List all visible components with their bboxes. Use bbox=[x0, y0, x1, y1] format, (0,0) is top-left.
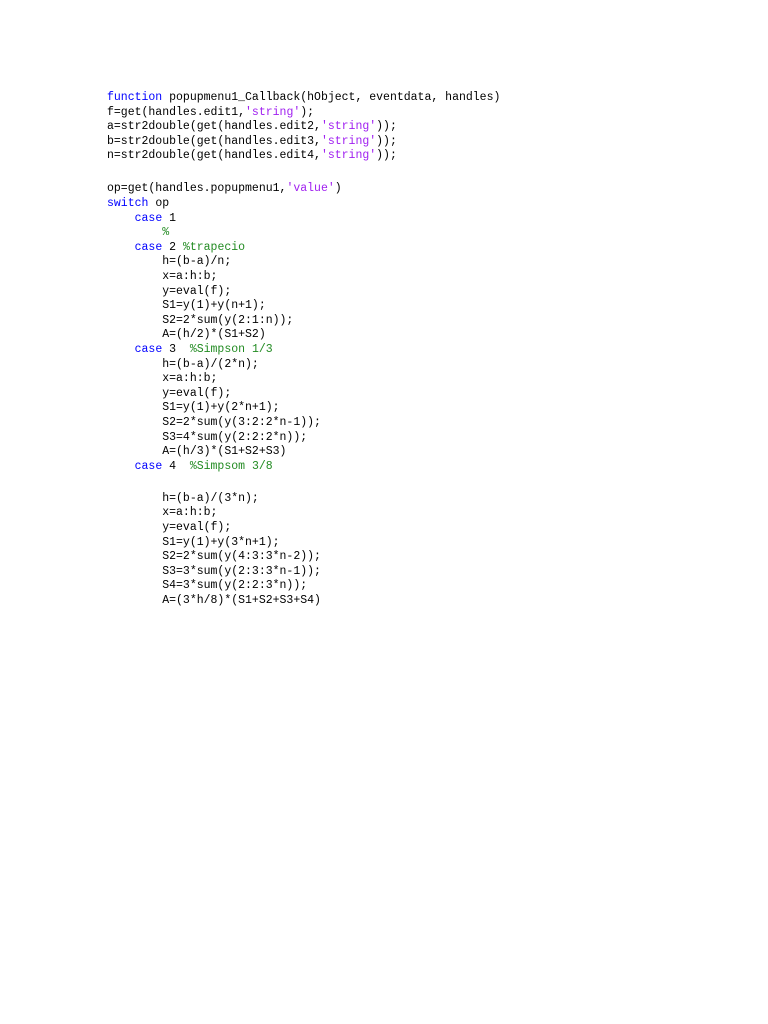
code-line: f=get(handles.edit1,'string'); bbox=[107, 106, 500, 121]
code-line: S1=y(1)+y(3*n+1); bbox=[107, 536, 500, 551]
code-line: n=str2double(get(handles.edit4,'string')… bbox=[107, 149, 500, 164]
code-line: % bbox=[107, 226, 500, 241]
code-string: 'value' bbox=[286, 182, 335, 196]
code-line: A=(h/2)*(S1+S2) bbox=[107, 328, 500, 343]
code-line: x=a:h:b; bbox=[107, 372, 500, 387]
code-line: function popupmenu1_Callback(hObject, ev… bbox=[107, 91, 500, 106]
code-text: S1=y(1)+y(3*n+1); bbox=[107, 535, 280, 549]
code-line: S2=2*sum(y(2:1:n)); bbox=[107, 314, 500, 329]
code-text: h=(b-a)/(3*n); bbox=[107, 491, 259, 505]
code-text: y=eval(f); bbox=[107, 284, 232, 298]
code-line: case 3 %Simpson 1/3 bbox=[107, 343, 500, 358]
code-text: 2 bbox=[162, 240, 183, 254]
code-line: S1=y(1)+y(2*n+1); bbox=[107, 401, 500, 416]
code-line: op=get(handles.popupmenu1,'value') bbox=[107, 182, 500, 197]
code-string: 'string' bbox=[320, 120, 377, 134]
code-text: op bbox=[148, 197, 170, 211]
code-line: x=a:h:b; bbox=[107, 270, 500, 285]
code-text: A=(h/3)*(S1+S2+S3) bbox=[107, 445, 287, 459]
code-line: y=eval(f); bbox=[107, 521, 500, 536]
code-line: case 2 %trapecio bbox=[107, 241, 500, 256]
code-line: S4=3*sum(y(2:2:3*n)); bbox=[107, 579, 500, 594]
code-line: x=a:h:b; bbox=[107, 506, 500, 521]
code-text: S3=4*sum(y(2:2:2*n)); bbox=[107, 430, 308, 444]
code-keyword: case bbox=[134, 211, 163, 225]
code-text: 3 bbox=[162, 343, 190, 356]
code-text: h=(b-a)/n; bbox=[107, 255, 232, 269]
code-keyword: case bbox=[134, 343, 163, 356]
code-line: a=str2double(get(handles.edit2,'string')… bbox=[107, 120, 500, 135]
code-text: S1=y(1)+y(2*n+1); bbox=[107, 401, 280, 415]
code-string: 'string' bbox=[320, 149, 377, 163]
code-string: 'string' bbox=[320, 134, 377, 148]
code-text: n=str2double(get(handles.edit4, bbox=[107, 149, 321, 163]
code-line: y=eval(f); bbox=[107, 285, 500, 300]
code-text: 1 bbox=[162, 211, 177, 225]
code-comment: % bbox=[162, 226, 170, 240]
code-text: y=eval(f); bbox=[107, 521, 232, 535]
code-comment: %trapecio bbox=[182, 240, 246, 254]
code-text: ); bbox=[300, 105, 315, 119]
code-text: S2=2*sum(y(3:2:2*n-1)); bbox=[107, 415, 321, 429]
code-text: popupmenu1_Callback(hObject, eventdata, … bbox=[162, 91, 501, 104]
code-text: op=get(handles.popupmenu1, bbox=[107, 182, 287, 196]
code-line: switch op bbox=[107, 197, 500, 212]
code-text: x=a:h:b; bbox=[107, 270, 218, 284]
code-text: A=(3*h/8)*(S1+S2+S3+S4) bbox=[107, 594, 321, 607]
code-text: S3=3*sum(y(2:3:3*n-1)); bbox=[107, 564, 321, 578]
code-text: )); bbox=[376, 149, 397, 163]
code-line: h=(b-a)/(2*n); bbox=[107, 358, 500, 373]
code-text: a=str2double(get(handles.edit2, bbox=[107, 120, 321, 134]
code-keyword: case bbox=[134, 459, 163, 473]
code-keyword: switch bbox=[107, 197, 149, 211]
code-text: x=a:h:b; bbox=[107, 506, 218, 520]
code-line: h=(b-a)/(3*n); bbox=[107, 492, 500, 507]
code-line: case 1 bbox=[107, 212, 500, 227]
code-text: S4=3*sum(y(2:2:3*n)); bbox=[107, 579, 308, 593]
code-line: A=(h/3)*(S1+S2+S3) bbox=[107, 445, 500, 460]
code-line: S3=3*sum(y(2:3:3*n-1)); bbox=[107, 565, 500, 580]
code-line: case 4 %Simpsom 3/8 bbox=[107, 460, 500, 475]
code-line: S2=2*sum(y(3:2:2*n-1)); bbox=[107, 416, 500, 431]
code-keyword: case bbox=[134, 240, 163, 254]
code-string: 'string' bbox=[245, 105, 301, 119]
code-line: S2=2*sum(y(4:3:3*n-2)); bbox=[107, 550, 500, 565]
code-text: y=eval(f); bbox=[107, 386, 232, 400]
code-line: S3=4*sum(y(2:2:2*n)); bbox=[107, 431, 500, 446]
code-line: y=eval(f); bbox=[107, 387, 500, 402]
code-text: 4 bbox=[162, 459, 190, 473]
code-text: x=a:h:b; bbox=[107, 372, 218, 386]
code-text: )); bbox=[376, 120, 397, 134]
code-text: )); bbox=[376, 134, 397, 148]
code-text: ) bbox=[334, 182, 342, 196]
code-text: S2=2*sum(y(2:1:n)); bbox=[107, 313, 294, 327]
code-line: h=(b-a)/n; bbox=[107, 255, 500, 270]
code-listing: function popupmenu1_Callback(hObject, ev… bbox=[107, 91, 500, 609]
code-text: h=(b-a)/(2*n); bbox=[107, 357, 259, 371]
code-line: S1=y(1)+y(n+1); bbox=[107, 299, 500, 314]
code-line: b=str2double(get(handles.edit3,'string')… bbox=[107, 135, 500, 150]
code-text: A=(h/2)*(S1+S2) bbox=[107, 328, 266, 342]
code-comment: %Simpsom 3/8 bbox=[189, 459, 273, 473]
code-line: A=(3*h/8)*(S1+S2+S3+S4) bbox=[107, 594, 500, 609]
code-comment: %Simpson 1/3 bbox=[189, 343, 273, 356]
code-text: f=get(handles.edit1, bbox=[107, 105, 246, 119]
code-text: b=str2double(get(handles.edit3, bbox=[107, 134, 321, 148]
code-text: S2=2*sum(y(4:3:3*n-2)); bbox=[107, 550, 321, 564]
code-keyword: function bbox=[107, 91, 163, 104]
code-text: S1=y(1)+y(n+1); bbox=[107, 299, 266, 313]
document-page: function popupmenu1_Callback(hObject, ev… bbox=[0, 0, 768, 1024]
